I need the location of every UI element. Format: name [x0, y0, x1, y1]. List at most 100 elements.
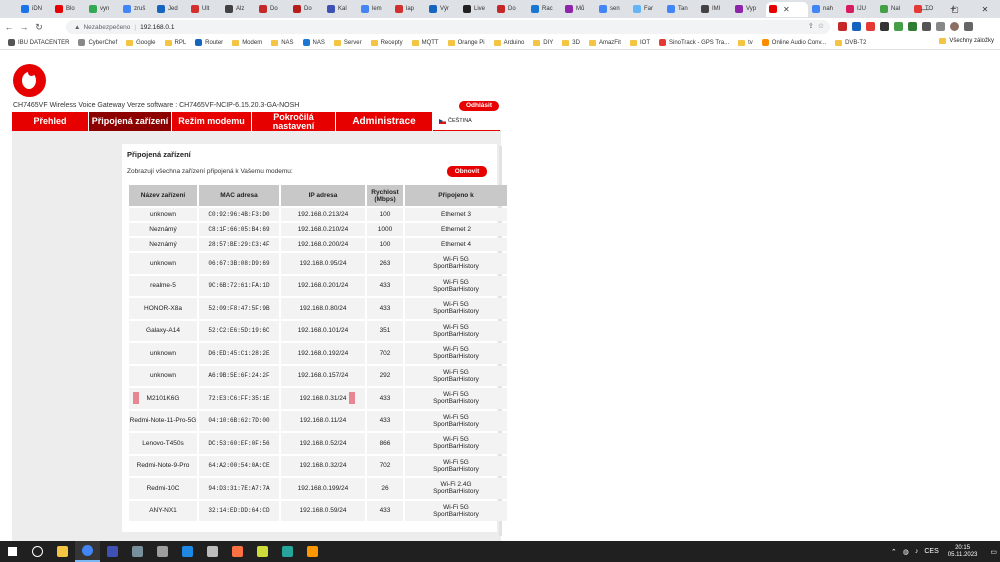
chevron-up-icon[interactable]: ⌃ — [891, 548, 897, 556]
bookmark-item[interactable]: Online Audio Conv... — [761, 39, 826, 46]
star-icon[interactable]: ☆ — [818, 22, 824, 30]
browser-tab[interactable]: iDN — [18, 2, 51, 17]
nav-tab[interactable]: Pokročilá nastavení — [252, 112, 336, 131]
browser-tab[interactable]: IMI — [698, 2, 731, 17]
app-1-icon[interactable] — [100, 541, 125, 562]
bookmark-item[interactable]: DVB-T2 — [835, 39, 866, 46]
browser-tab[interactable]: Výr — [426, 2, 459, 17]
bookmark-item[interactable]: Arduino — [493, 39, 524, 46]
bookmark-item[interactable]: Orange Pi — [447, 39, 485, 46]
clock[interactable]: 20:15 05.11.2023 — [948, 545, 978, 559]
browser-tab[interactable]: Live — [460, 2, 493, 17]
forward-icon[interactable]: → — [18, 22, 30, 32]
browser-tab[interactable]: Rac — [528, 2, 561, 17]
extension-icon[interactable] — [908, 22, 917, 31]
browser-tab[interactable]: Do — [494, 2, 527, 17]
bookmark-item[interactable]: IBU DATACENTER — [8, 39, 69, 46]
bookmark-item[interactable]: Server — [333, 39, 362, 46]
address-bar[interactable]: ▲ Nezabezpečeno | 192.168.0.1 ⇪ ☆ — [66, 20, 830, 34]
app-7-icon[interactable] — [250, 541, 275, 562]
reload-icon[interactable]: ↻ — [33, 22, 45, 33]
bookmark-item[interactable]: Google — [126, 39, 156, 46]
refresh-button[interactable]: Obnovit — [447, 166, 487, 177]
logout-button[interactable]: Odhlásit — [459, 101, 499, 111]
nav-tab[interactable]: Režim modemu — [172, 112, 252, 131]
app-4-icon[interactable] — [175, 541, 200, 562]
bookmark-item[interactable]: Router — [195, 39, 223, 46]
minimize-icon[interactable]: — — [910, 0, 940, 18]
bookmark-item[interactable]: NAS — [271, 39, 294, 46]
all-bookmarks[interactable]: Všechny záložky — [939, 38, 994, 44]
close-window-icon[interactable]: ✕ — [970, 0, 1000, 18]
browser-tab[interactable]: Do — [256, 2, 289, 17]
browser-tab[interactable]: Nal — [877, 2, 910, 17]
extension-icon[interactable] — [880, 22, 889, 31]
start-button-icon[interactable] — [0, 541, 25, 562]
nav-tab[interactable]: Přehled — [12, 112, 89, 131]
bookmark-item[interactable]: SinoTrack - GPS Tra... — [658, 39, 729, 46]
network-icon[interactable]: ◍ — [903, 548, 909, 556]
bookmark-item[interactable]: IOT — [629, 39, 650, 46]
bookmark-item[interactable]: CyberChef — [78, 39, 117, 46]
browser-tab[interactable]: lap — [392, 2, 425, 17]
vlc-icon[interactable] — [300, 541, 325, 562]
browser-tab[interactable]: Ult — [188, 2, 221, 17]
device-name-value: Lenovo-T450s — [142, 439, 184, 447]
app-8-icon[interactable] — [275, 541, 300, 562]
bookmark-item[interactable]: AmazFit — [588, 39, 621, 46]
language-selector[interactable]: ČEŠTINA — [433, 112, 500, 131]
bookmark-item[interactable]: Recepty — [370, 39, 403, 46]
browser-tab[interactable]: Blo — [52, 2, 85, 17]
browser-tab[interactable]: Alz — [222, 2, 255, 17]
browser-tab[interactable]: Far — [630, 2, 663, 17]
language-indicator[interactable]: CES — [924, 548, 938, 555]
bookmark-item[interactable]: NAS — [302, 39, 325, 46]
app-2-icon[interactable] — [125, 541, 150, 562]
connection-ssid: SportBarHistory — [433, 353, 479, 361]
browser-tab[interactable]: Vyp — [732, 2, 765, 17]
back-icon[interactable]: ← — [3, 22, 15, 32]
browser-tab[interactable]: Do — [290, 2, 323, 17]
extension-icon[interactable] — [866, 22, 875, 31]
extension-icon[interactable] — [894, 22, 903, 31]
bookmark-item[interactable]: DIY — [533, 39, 553, 46]
browser-tab[interactable]: lem — [358, 2, 391, 17]
browser-tab[interactable]: Jed — [154, 2, 187, 17]
file-explorer-icon[interactable] — [50, 541, 75, 562]
profile-avatar[interactable] — [950, 22, 959, 31]
puzzle-icon[interactable] — [922, 22, 931, 31]
browser-tab[interactable]: vyn — [86, 2, 119, 17]
maximize-icon[interactable]: ▢ — [940, 0, 970, 18]
search-button-icon[interactable] — [25, 541, 50, 562]
browser-tab[interactable]: Kal — [324, 2, 357, 17]
device-name: unknown — [129, 253, 197, 274]
browser-tab[interactable]: sen — [596, 2, 629, 17]
extension-icon[interactable] — [838, 22, 847, 31]
browser-tab[interactable]: Tan — [664, 2, 697, 17]
nav-tab[interactable]: Administrace — [336, 112, 433, 131]
chrome-icon[interactable] — [75, 541, 100, 562]
browser-tab[interactable]: Mů — [562, 2, 595, 17]
share-icon[interactable]: ⇪ — [808, 22, 814, 30]
bookmark-item[interactable]: MQTT — [411, 39, 439, 46]
device-speed: 433 — [367, 410, 403, 431]
browser-tab[interactable]: nah — [809, 2, 842, 17]
bookmark-item[interactable]: Modem — [232, 39, 262, 46]
app-6-icon[interactable] — [225, 541, 250, 562]
extension-icon[interactable] — [852, 22, 861, 31]
browser-tab[interactable]: zruš — [120, 2, 153, 17]
close-icon[interactable]: ✕ — [783, 5, 790, 14]
bookmark-item[interactable]: RPL — [164, 39, 186, 46]
notification-icon[interactable]: ▭ — [990, 548, 997, 556]
sidebar-icon[interactable] — [936, 22, 945, 31]
volume-icon[interactable]: ♪ — [915, 548, 919, 555]
bookmark-item[interactable]: 3D — [562, 39, 580, 46]
browser-tab[interactable]: IJU — [843, 2, 876, 17]
app-5-icon[interactable] — [200, 541, 225, 562]
browser-tab[interactable]: ✕ — [766, 1, 808, 17]
connection-type: Wi-Fi 5G — [443, 436, 469, 444]
app-3-icon[interactable] — [150, 541, 175, 562]
nav-tab[interactable]: Připojená zařízení — [89, 112, 172, 131]
menu-icon[interactable] — [964, 22, 973, 31]
bookmark-item[interactable]: tv — [738, 39, 753, 46]
